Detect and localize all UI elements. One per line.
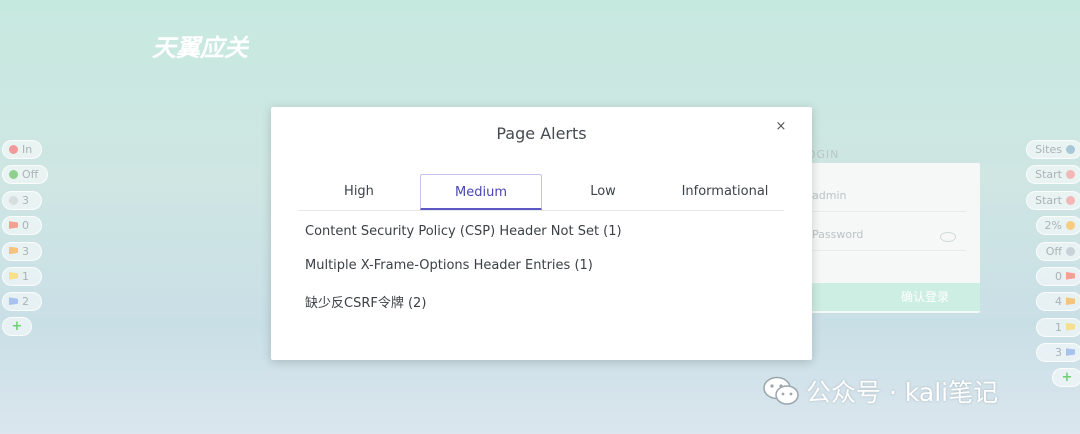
hud-item-label: 1 xyxy=(1055,320,1062,334)
hud-item-label: 4 xyxy=(1055,295,1062,309)
username-field[interactable]: admin xyxy=(800,181,966,212)
add-left-hud-button[interactable]: + xyxy=(2,317,32,336)
left-hud-item[interactable]: 0 xyxy=(2,216,42,236)
close-button[interactable]: × xyxy=(774,120,788,134)
alert-item[interactable]: Multiple X-Frame-Options Header Entries … xyxy=(305,258,593,273)
hud-item-label: 0 xyxy=(1055,270,1062,283)
red-dot-icon xyxy=(9,145,18,154)
right-hud-item[interactable]: 2% xyxy=(1036,216,1080,236)
tab-medium[interactable]: Medium xyxy=(420,174,542,210)
alert-item[interactable]: Content Security Policy (CSP) Header Not… xyxy=(305,224,622,239)
left-hud-item[interactable]: Off xyxy=(2,165,48,185)
yellow-flag-icon xyxy=(1066,322,1075,331)
wechat-watermark: 公众号 · kali笔记 xyxy=(762,374,998,408)
hud-item-label: Start xyxy=(1035,168,1062,182)
globe-icon xyxy=(1066,145,1075,154)
right-hud-item[interactable]: Start xyxy=(1026,165,1080,185)
wechat-icon xyxy=(763,376,799,405)
show-password-icon[interactable] xyxy=(940,232,956,242)
left-hud-item[interactable]: In xyxy=(2,140,42,159)
brand-logo-text: 天翼应关 xyxy=(152,34,250,62)
right-hud-item[interactable]: 1 xyxy=(1036,317,1080,337)
spider-icon xyxy=(1066,170,1075,180)
hud-item-label: 3 xyxy=(22,193,29,207)
bulb-icon xyxy=(9,195,18,205)
right-hud-item[interactable]: Sites xyxy=(1026,140,1080,159)
left-hud-item[interactable]: 1 xyxy=(2,267,42,286)
tab-informational[interactable]: Informational xyxy=(664,174,786,209)
blue-flag-icon xyxy=(1066,348,1075,356)
left-hud-item[interactable]: 3 xyxy=(2,241,42,261)
hud-item-label: 2 xyxy=(22,295,29,309)
hud-item-label: Off xyxy=(1045,244,1062,258)
plus-icon: + xyxy=(11,319,23,334)
red-flag-icon xyxy=(1066,272,1075,280)
right-hud-item[interactable]: 0 xyxy=(1036,267,1080,286)
flame-icon xyxy=(1066,221,1075,231)
yellow-flag-icon xyxy=(9,272,18,280)
alert-risk-tabs: High Medium Low Informational xyxy=(298,174,784,211)
hud-item-label: Start xyxy=(1035,193,1062,207)
hud-item-label: 3 xyxy=(1055,346,1062,360)
right-hud-item[interactable]: 4 xyxy=(1036,292,1080,312)
right-hud-item[interactable]: Off xyxy=(1036,241,1080,261)
orange-flag-icon xyxy=(1066,297,1075,306)
spider-icon xyxy=(1066,195,1075,205)
alert-item[interactable]: 缺少反CSRF令牌 (2) xyxy=(305,292,426,311)
life-ring-icon xyxy=(1066,246,1075,256)
hud-item-label: In xyxy=(22,143,33,156)
red-flag-icon xyxy=(9,221,18,229)
dialog-title: Page Alerts xyxy=(496,124,587,143)
brand-logo: 天翼应关 xyxy=(152,34,250,62)
hud-item-label: 0 xyxy=(22,219,29,233)
tab-high[interactable]: High xyxy=(298,174,420,209)
login-submit-button[interactable]: 确认登录 xyxy=(800,283,980,311)
left-hud-item[interactable]: 2 xyxy=(2,292,42,312)
hud-item-label: Sites xyxy=(1035,143,1062,156)
hud-item-label: 1 xyxy=(22,270,29,283)
hud-item-label: 2% xyxy=(1044,219,1062,233)
watermark-text: 公众号 · kali笔记 xyxy=(806,378,999,407)
right-hud-item[interactable]: 3 xyxy=(1036,343,1080,363)
add-right-hud-button[interactable]: + xyxy=(1052,368,1080,387)
hud-item-label: 3 xyxy=(22,244,29,258)
hud-item-label: Off xyxy=(22,168,39,182)
green-dot-icon xyxy=(9,170,18,180)
page-alerts-dialog: Page Alerts × High Medium Low Informatio… xyxy=(271,107,812,360)
blue-flag-icon xyxy=(9,297,18,306)
orange-flag-icon xyxy=(9,246,18,255)
right-hud-item[interactable]: Start xyxy=(1026,190,1080,210)
left-hud-item[interactable]: 3 xyxy=(2,190,42,210)
plus-icon: + xyxy=(1061,370,1073,385)
tab-low[interactable]: Low xyxy=(542,174,664,209)
